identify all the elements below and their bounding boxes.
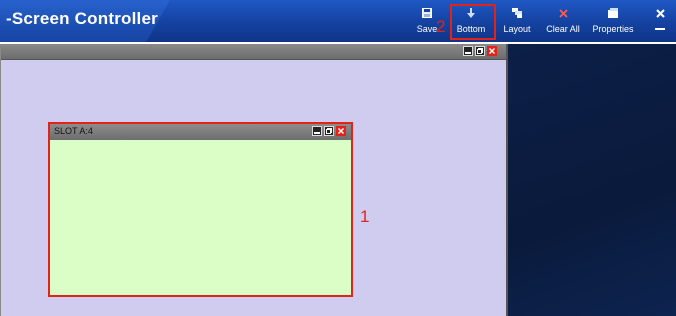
layout-button[interactable]: Layout <box>501 6 533 36</box>
right-dark-panel <box>506 44 676 316</box>
close-icon[interactable] <box>336 126 346 136</box>
app-header: -Screen Controller Save Bottom Layout Cl… <box>0 0 676 42</box>
minimize-icon[interactable] <box>312 126 322 136</box>
x-icon <box>558 6 568 20</box>
slot-window[interactable]: SLOT A:4 <box>48 122 353 297</box>
properties-icon <box>608 6 618 20</box>
clear-all-label: Clear All <box>546 24 580 34</box>
clear-all-button[interactable]: Clear All <box>544 6 582 36</box>
layout-label: Layout <box>503 24 531 34</box>
canvas-window-controls <box>463 46 497 56</box>
layout-icon <box>512 6 522 20</box>
annotation-number-1: 1 <box>360 207 370 226</box>
slot-titlebar[interactable]: SLOT A:4 <box>50 124 351 140</box>
canvas-titlebar <box>1 44 507 60</box>
slot-title: SLOT A:4 <box>54 126 93 136</box>
properties-button[interactable]: Properties <box>591 6 635 36</box>
minimize-icon[interactable] <box>655 28 665 30</box>
bottom-highlight-box <box>450 4 496 40</box>
restore-icon[interactable] <box>324 126 334 136</box>
annotation-number-2: 2 <box>436 17 446 36</box>
minimize-icon[interactable] <box>463 46 473 56</box>
restore-icon[interactable] <box>475 46 485 56</box>
app-close-button[interactable] <box>650 6 670 36</box>
properties-label: Properties <box>592 24 634 34</box>
floppy-disk-icon <box>422 6 432 20</box>
close-icon[interactable] <box>487 46 497 56</box>
slot-window-controls <box>312 126 346 136</box>
save-label: Save <box>416 24 438 34</box>
close-icon <box>655 6 665 20</box>
app-title: -Screen Controller <box>6 9 158 28</box>
